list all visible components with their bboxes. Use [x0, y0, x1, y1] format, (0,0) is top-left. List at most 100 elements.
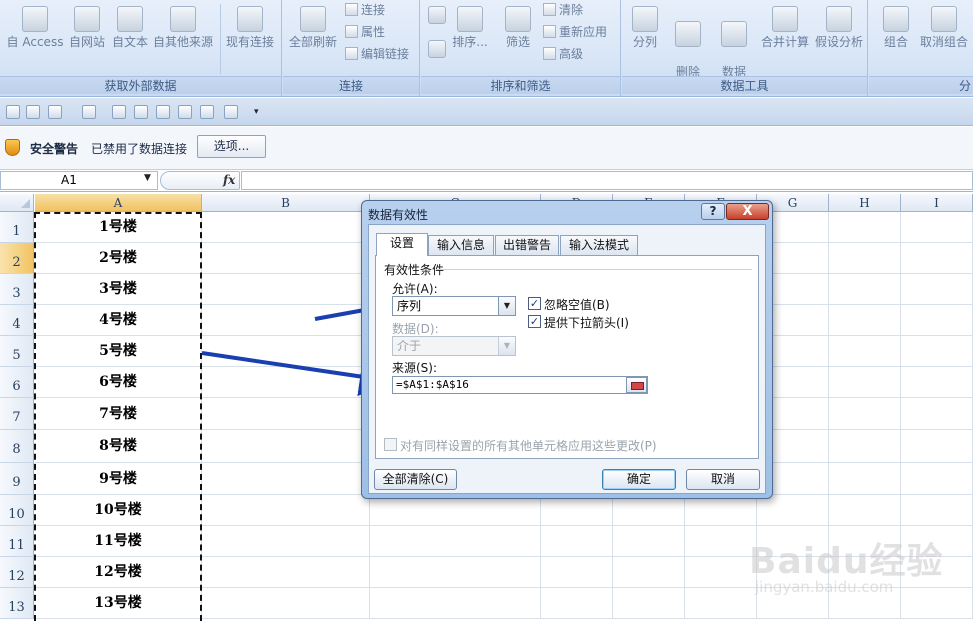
- row-header[interactable]: 5: [0, 336, 34, 367]
- grid-cell[interactable]: [829, 243, 901, 274]
- grid-cell[interactable]: [829, 430, 901, 463]
- grid-cell[interactable]: [370, 588, 541, 619]
- cell-a-value[interactable]: 6号楼: [35, 367, 201, 398]
- cell-a-value[interactable]: 7号楼: [35, 398, 201, 430]
- cancel-button[interactable]: 取消: [686, 469, 760, 490]
- security-options-button[interactable]: 选项...: [197, 135, 266, 158]
- cell-a-value[interactable]: 5号楼: [35, 336, 201, 367]
- name-box[interactable]: A1: [0, 171, 158, 190]
- reapply-button[interactable]: 重新应用: [543, 23, 607, 40]
- allow-select[interactable]: 序列 ▼: [392, 296, 516, 316]
- cell-a-value[interactable]: 1号楼: [35, 212, 201, 243]
- chevron-down-icon[interactable]: ▼: [498, 337, 515, 355]
- grid-cell[interactable]: [829, 274, 901, 305]
- print-preview-icon[interactable]: [134, 105, 148, 119]
- grid-cell[interactable]: [685, 588, 757, 619]
- row-header[interactable]: 9: [0, 463, 34, 495]
- tab-input-message[interactable]: 输入信息: [428, 235, 494, 255]
- grid-cell[interactable]: [613, 495, 685, 526]
- tab-ime-mode[interactable]: 输入法模式: [560, 235, 638, 255]
- cell-a-value[interactable]: 4号楼: [35, 305, 201, 336]
- cell-a-value[interactable]: 2号楼: [35, 243, 201, 274]
- clear-button[interactable]: 清除: [543, 1, 583, 18]
- grid-cell[interactable]: [202, 336, 370, 367]
- redo-icon[interactable]: [82, 105, 96, 119]
- grid-cell[interactable]: [202, 557, 370, 588]
- clear-all-button[interactable]: 全部清除(C): [374, 469, 457, 490]
- grid-cell[interactable]: [685, 526, 757, 557]
- apply-all-checkbox[interactable]: [384, 438, 397, 451]
- help-button[interactable]: ?: [701, 203, 725, 220]
- grid-cell[interactable]: [541, 495, 613, 526]
- group-button[interactable]: 组合: [877, 6, 915, 50]
- grid-cell[interactable]: [613, 588, 685, 619]
- grid-cell[interactable]: [202, 274, 370, 305]
- grid-cell[interactable]: [901, 463, 973, 495]
- column-header-b[interactable]: B: [202, 194, 370, 212]
- grid-cell[interactable]: [541, 557, 613, 588]
- ok-button[interactable]: 确定: [602, 469, 676, 490]
- grid-cell[interactable]: [685, 557, 757, 588]
- chevron-down-icon[interactable]: ▼: [144, 173, 151, 183]
- row-header[interactable]: 4: [0, 305, 34, 336]
- from-access-button[interactable]: 自 Access: [6, 6, 64, 50]
- column-header-a[interactable]: A: [35, 194, 202, 212]
- in-cell-dropdown-checkbox[interactable]: ✓: [528, 315, 541, 328]
- grid-cell[interactable]: [202, 367, 370, 398]
- formula-input[interactable]: [241, 171, 973, 190]
- customize-toolbar-icon[interactable]: ▾: [254, 105, 264, 119]
- row-header[interactable]: 10: [0, 495, 34, 526]
- grid-cell[interactable]: [901, 212, 973, 243]
- cell-a-value[interactable]: 13号楼: [35, 588, 201, 619]
- grid-cell[interactable]: [202, 588, 370, 619]
- advanced-button[interactable]: 高级: [543, 45, 583, 62]
- new-file-icon[interactable]: [26, 105, 40, 119]
- grid-cell[interactable]: [613, 557, 685, 588]
- column-header-i[interactable]: I: [901, 194, 973, 212]
- grid-cell[interactable]: [829, 463, 901, 495]
- ungroup-button[interactable]: 取消组合: [917, 6, 971, 50]
- grid-cell[interactable]: [901, 274, 973, 305]
- cell-a-value[interactable]: 10号楼: [35, 495, 201, 526]
- grid-cell[interactable]: [685, 495, 757, 526]
- grid-cell[interactable]: [901, 336, 973, 367]
- row-header[interactable]: 8: [0, 430, 34, 463]
- sort-descending-button[interactable]: [425, 40, 449, 61]
- existing-connections-button[interactable]: 现有连接: [224, 6, 276, 50]
- tab-settings[interactable]: 设置: [376, 233, 428, 256]
- grid-cell[interactable]: [757, 495, 829, 526]
- ignore-blank-checkbox[interactable]: ✓: [528, 297, 541, 310]
- grid-cell[interactable]: [901, 243, 973, 274]
- grid-cell[interactable]: [901, 495, 973, 526]
- row-header[interactable]: 13: [0, 588, 34, 619]
- save-icon[interactable]: [6, 105, 20, 119]
- chevron-down-icon[interactable]: ▼: [498, 297, 515, 315]
- spell-check-icon[interactable]: [156, 105, 170, 119]
- grid-cell[interactable]: [370, 526, 541, 557]
- borders-icon[interactable]: [200, 105, 214, 119]
- close-button[interactable]: X: [726, 203, 769, 220]
- sort-ascending-button[interactable]: [425, 6, 449, 27]
- edit-links-button[interactable]: 编辑链接: [345, 45, 409, 62]
- sort-button[interactable]: 排序...: [451, 6, 489, 50]
- grid-cell[interactable]: [370, 495, 541, 526]
- filter-button[interactable]: 筛选: [499, 6, 537, 50]
- source-input[interactable]: =$A$1:$A$16: [392, 376, 648, 394]
- grid-cell[interactable]: [202, 212, 370, 243]
- grid-cell[interactable]: [829, 367, 901, 398]
- grid-cell[interactable]: [901, 367, 973, 398]
- grid-cell[interactable]: [541, 588, 613, 619]
- column-header-h[interactable]: H: [829, 194, 901, 212]
- refresh-all-button[interactable]: 全部刷新: [287, 6, 339, 50]
- grid-cell[interactable]: [202, 398, 370, 430]
- consolidate-button[interactable]: 合并计算: [758, 6, 812, 50]
- row-header[interactable]: 11: [0, 526, 34, 557]
- connections-button[interactable]: 连接: [345, 1, 385, 18]
- row-header[interactable]: 7: [0, 398, 34, 430]
- grid-cell[interactable]: [829, 212, 901, 243]
- grid-cell[interactable]: [829, 305, 901, 336]
- grid-cell[interactable]: [202, 463, 370, 495]
- grid-cell[interactable]: [901, 305, 973, 336]
- row-header[interactable]: 12: [0, 557, 34, 588]
- grid-cell[interactable]: [901, 398, 973, 430]
